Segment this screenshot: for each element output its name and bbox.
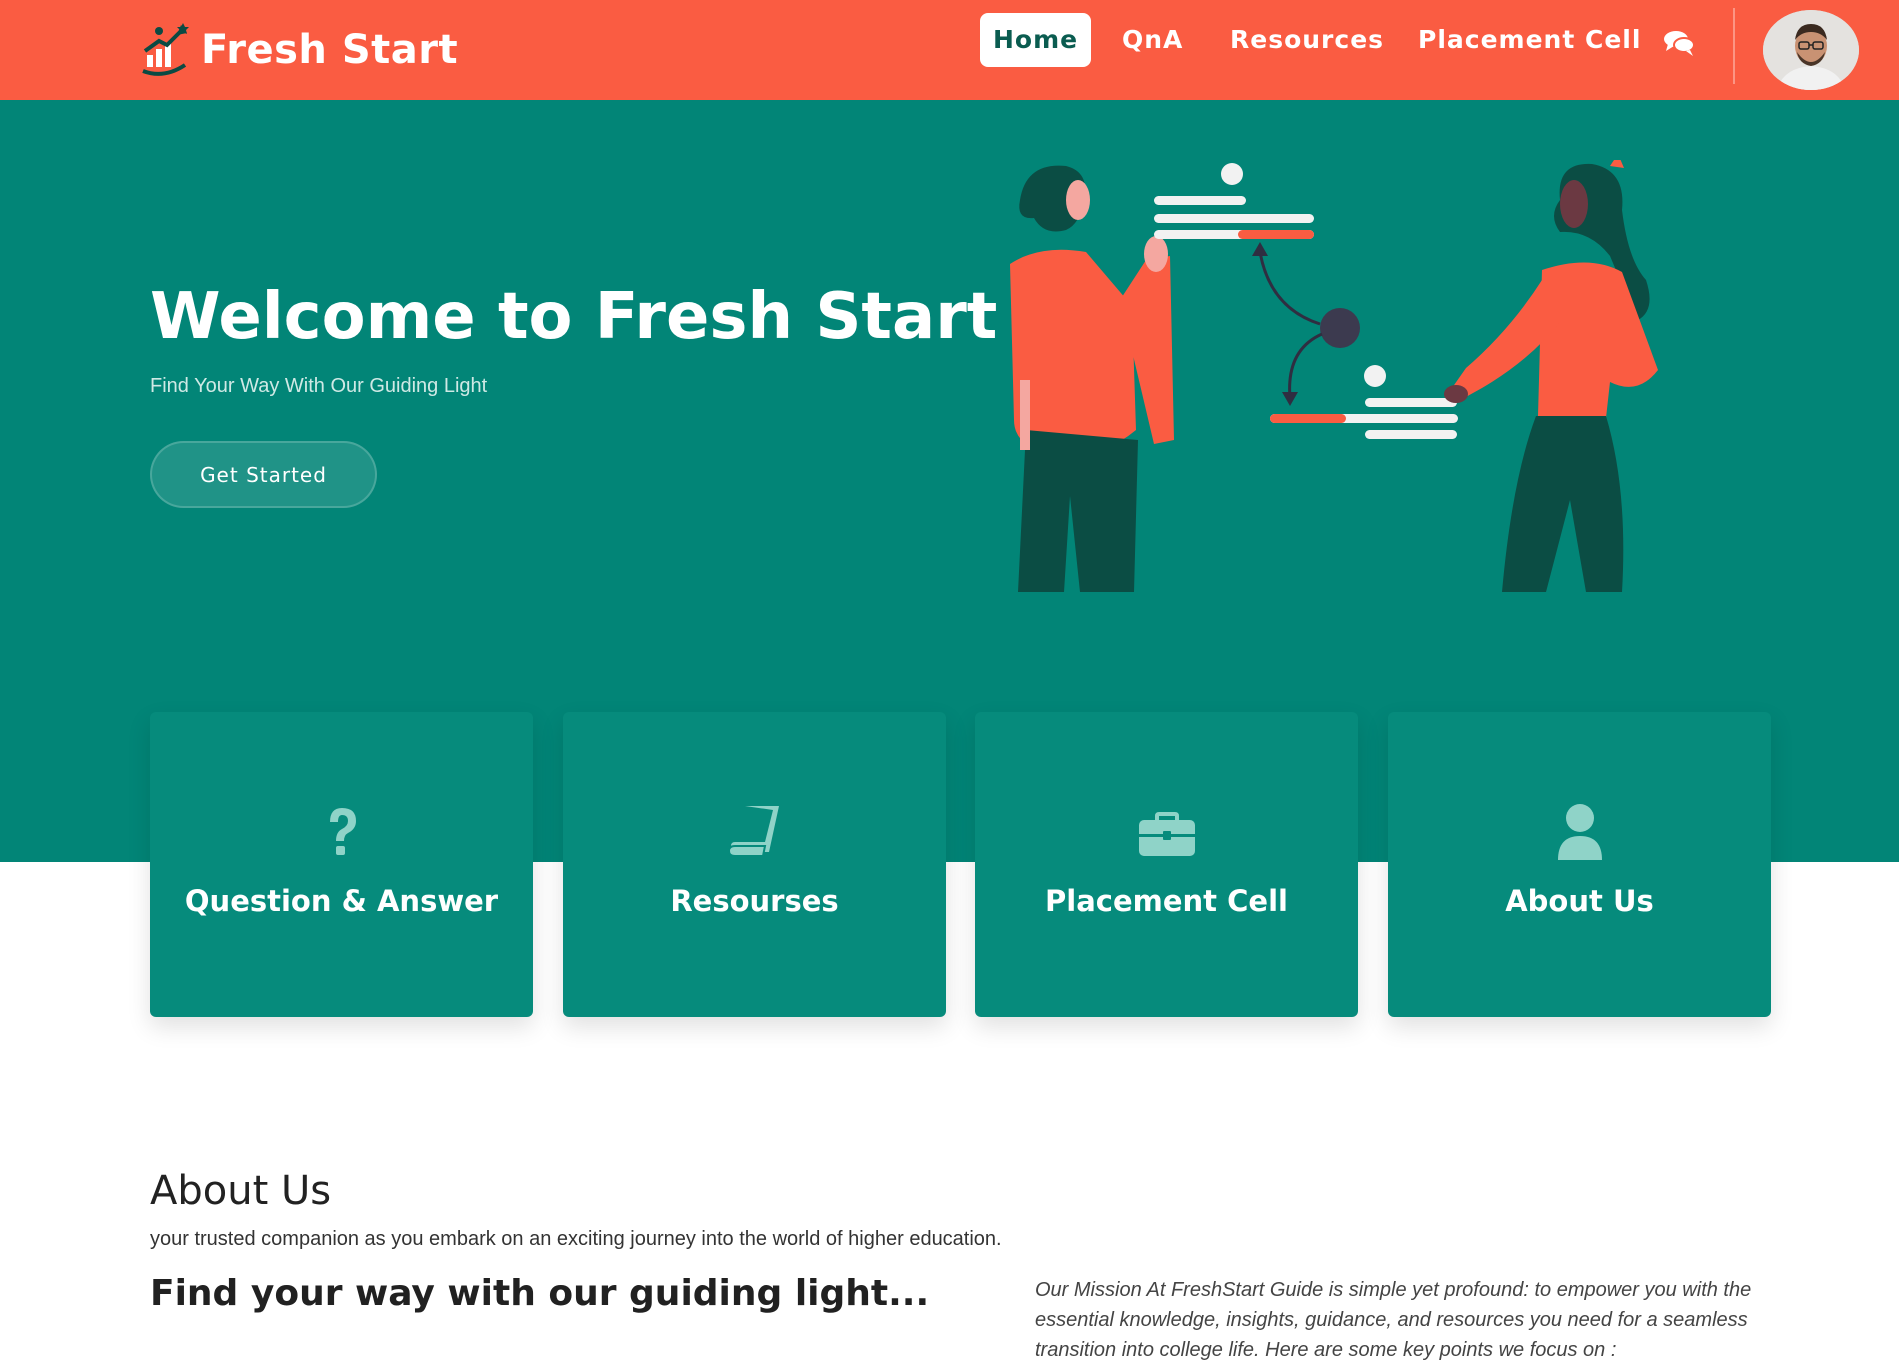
card-resources[interactable]: Resourses — [563, 712, 946, 1017]
hero-subtitle: Find Your Way With Our Guiding Light — [150, 375, 488, 397]
nav-placement-cell[interactable]: Placement Cell — [1405, 13, 1654, 67]
hero-title: Welcome to Fresh Start — [150, 280, 998, 354]
card-title: About Us — [1505, 884, 1654, 918]
nav-divider — [1733, 8, 1735, 84]
nav-home[interactable]: Home — [980, 13, 1092, 67]
card-title: Question & Answer — [184, 884, 499, 918]
brand-name: Fresh Start — [201, 27, 459, 73]
card-question-answer[interactable]: Question & Answer — [150, 712, 533, 1017]
nav-qna[interactable]: QnA — [1109, 13, 1196, 67]
question-mark-icon — [329, 808, 356, 855]
card-placement-cell[interactable]: Placement Cell — [975, 712, 1358, 1017]
card-title: Placement Cell — [1045, 884, 1288, 918]
chat-bubbles-icon — [1664, 31, 1695, 56]
about-tagline: Find your way with our guiding light... — [150, 1273, 930, 1314]
book-icon — [727, 806, 779, 857]
briefcase-icon — [1138, 812, 1195, 856]
user-avatar[interactable] — [1763, 10, 1859, 90]
nav-resources[interactable]: Resources — [1217, 13, 1397, 67]
get-started-button[interactable]: Get Started — [150, 441, 377, 508]
hero-illustration — [1010, 160, 1658, 592]
brand-link[interactable]: Fresh Start — [137, 20, 458, 80]
chat-button[interactable] — [1660, 25, 1700, 61]
user-photo — [1763, 10, 1859, 90]
card-title: Resourses — [670, 884, 839, 918]
about-heading: About Us — [150, 1168, 332, 1214]
card-about-us[interactable]: About Us — [1388, 712, 1771, 1017]
about-mission: Our Mission At FreshStart Guide is simpl… — [1035, 1279, 1752, 1361]
user-icon — [1557, 804, 1602, 860]
growth-chart-icon — [142, 23, 189, 76]
navbar: Fresh Start Home QnA Resources Placement… — [0, 0, 1899, 100]
about-intro: your trusted companion as you embark on … — [150, 1228, 1002, 1250]
